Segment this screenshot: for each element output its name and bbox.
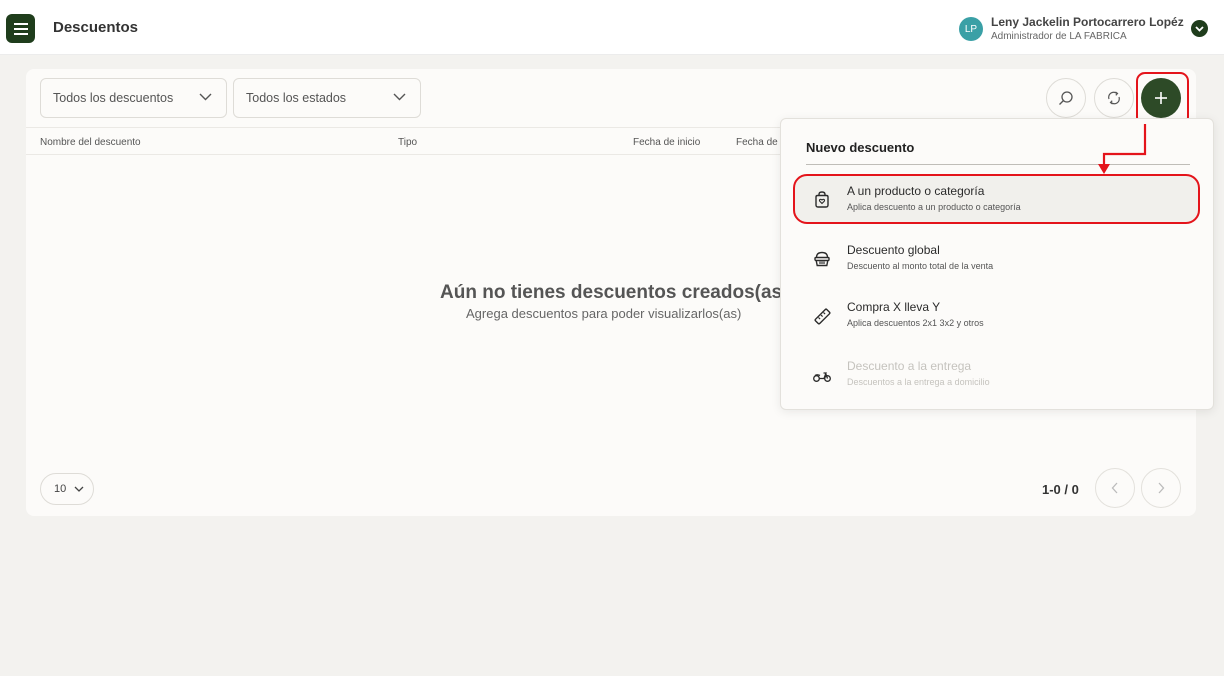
pagination-range: 1-0 / 0 [1042,482,1079,497]
refresh-button[interactable] [1094,78,1134,118]
menu-item-label: Descuento global [847,243,940,257]
chevron-down-icon [393,93,406,101]
hamburger-menu-button[interactable] [6,14,35,43]
empty-state-title: Aún no tienes descuentos creados(as) [440,282,789,303]
page-title: Descuentos [53,19,139,36]
chevron-left-icon [1111,482,1118,494]
previous-page-button[interactable] [1095,468,1135,508]
page-size-select[interactable]: 10 [40,473,94,505]
menu-item-global-discount[interactable]: Descuento global Descuento al monto tota… [795,235,1199,281]
search-icon [1059,91,1073,105]
menu-item-highlight [793,174,1200,224]
chevron-down-icon [199,93,212,101]
status-filter-value: Todos los estados [246,91,347,105]
menu-item-description: Aplica descuentos 2x1 3x2 y otros [847,318,984,328]
user-menu-button[interactable] [1191,20,1208,37]
menu-item-buy-x-get-y[interactable]: Compra X lleva Y Aplica descuentos 2x1 3… [795,292,1199,338]
discount-type-filter-value: Todos los descuentos [53,91,174,105]
column-header-type[interactable]: Tipo [398,137,417,148]
refresh-icon [1108,91,1120,105]
user-role: Administrador de LA FABRICA [991,31,1127,42]
hamburger-icon [13,22,28,35]
tag-icon [814,308,831,325]
chevron-down-icon [1195,25,1204,32]
menu-title: Nuevo descuento [806,140,915,155]
chevron-down-icon [74,486,84,492]
chevron-right-icon [1158,482,1165,494]
menu-item-delivery-discount: Descuento a la entrega Descuentos a la e… [795,351,1199,397]
scooter-icon [813,372,831,382]
annotation-arrow-icon [1098,124,1147,174]
column-header-end-date[interactable]: Fecha de [736,137,778,148]
column-header-start-date[interactable]: Fecha de inicio [633,137,700,148]
empty-state-subtitle: Agrega descuentos para poder visualizarl… [466,306,742,321]
menu-item-label: Compra X lleva Y [847,300,941,314]
menu-item-description: Descuento al monto total de la venta [847,261,994,271]
top-bar: Descuentos LP Leny Jackelin Portocarrero… [0,0,1224,55]
avatar[interactable]: LP [959,17,983,41]
basket-icon [814,251,830,267]
column-header-name[interactable]: Nombre del descuento [40,137,141,148]
page-size-value: 10 [54,483,67,495]
status-filter[interactable]: Todos los estados [233,78,421,118]
search-button[interactable] [1046,78,1086,118]
menu-item-description: Descuentos a la entrega a domicilio [847,377,990,387]
user-name: Leny Jackelin Portocarrero Lopéz [991,15,1184,29]
next-page-button[interactable] [1141,468,1181,508]
menu-item-label: Descuento a la entrega [847,359,972,373]
discount-type-filter[interactable]: Todos los descuentos [40,78,227,118]
